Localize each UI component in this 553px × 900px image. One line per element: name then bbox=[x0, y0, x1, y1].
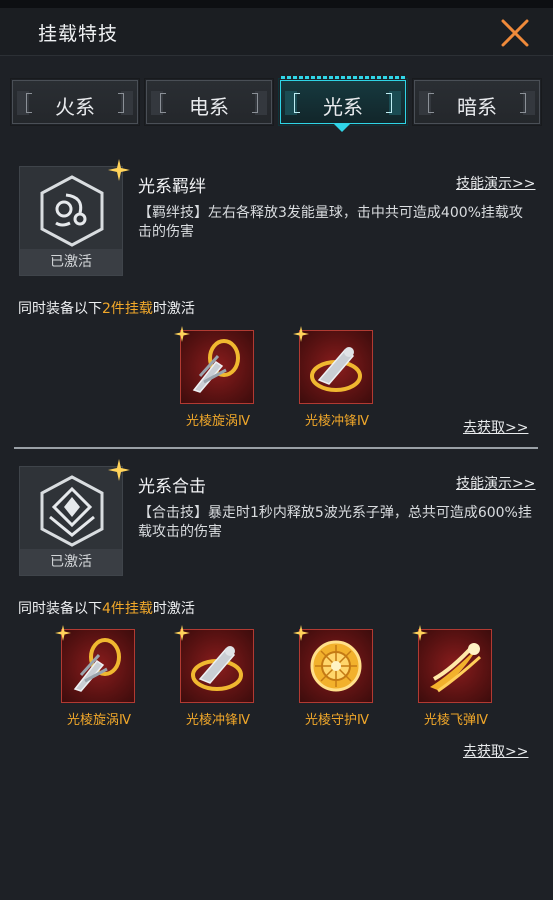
tab-active-indicator bbox=[281, 76, 405, 79]
top-strip bbox=[0, 0, 553, 8]
sparkle-icon bbox=[174, 326, 190, 342]
item-frame bbox=[299, 330, 373, 404]
mount-item-vortex[interactable]: 光棱旋涡Ⅳ bbox=[174, 326, 258, 430]
close-button[interactable] bbox=[498, 16, 532, 50]
item-frame bbox=[299, 629, 373, 703]
requirement-suffix: 时激活 bbox=[152, 301, 195, 317]
mount-item-missile[interactable]: 光棱飞弹Ⅳ bbox=[412, 625, 496, 729]
item-name: 光棱旋涡Ⅳ bbox=[186, 414, 250, 429]
obtain-link[interactable]: 去获取>> bbox=[463, 741, 528, 761]
item-name: 光棱冲锋Ⅳ bbox=[186, 713, 250, 728]
section-divider bbox=[14, 447, 538, 449]
skill-demo-link[interactable]: 技能演示>> bbox=[456, 473, 535, 493]
sparkle-icon bbox=[108, 159, 130, 181]
activation-requirement: 同时装备以下2件挂载时激活 bbox=[18, 298, 195, 318]
skill-icon-combo[interactable]: 已激活 bbox=[19, 459, 130, 576]
item-name: 光棱冲锋Ⅳ bbox=[305, 414, 369, 429]
vortex-icon bbox=[73, 638, 121, 692]
sparkle-icon bbox=[174, 625, 190, 641]
sparkle-icon bbox=[293, 326, 309, 342]
page-title: 挂载特技 bbox=[38, 23, 119, 45]
sparkle-icon bbox=[293, 625, 309, 641]
tab-light[interactable]: 光系 bbox=[278, 76, 408, 126]
header-bar: 挂载特技 bbox=[0, 8, 553, 56]
status-badge: 已激活 bbox=[20, 249, 122, 275]
requirement-count: 4件挂载 bbox=[102, 601, 153, 617]
mount-item-guard[interactable]: 光棱守护Ⅳ bbox=[293, 625, 377, 729]
tab-fire[interactable]: 火系 bbox=[10, 78, 140, 126]
missile-icon bbox=[430, 643, 482, 693]
sparkle-icon bbox=[108, 459, 130, 481]
skill-description: 【羁绊技】左右各释放3发能量球，击中共可造成400%挂载攻击的伤害 bbox=[138, 205, 523, 240]
tab-label: 光系 bbox=[323, 95, 363, 119]
guard-icon bbox=[310, 640, 362, 692]
tab-pointer-icon bbox=[334, 124, 350, 132]
light-bond-emblem-icon bbox=[40, 175, 104, 247]
close-icon bbox=[501, 19, 529, 47]
item-frame bbox=[418, 629, 492, 703]
mount-item-vortex[interactable]: 光棱旋涡Ⅳ bbox=[55, 625, 139, 729]
item-frame bbox=[61, 629, 135, 703]
item-name: 光棱旋涡Ⅳ bbox=[67, 713, 131, 728]
skill-title: 光系合击 bbox=[138, 477, 206, 497]
tab-label: 火系 bbox=[55, 95, 95, 119]
tab-dark[interactable]: 暗系 bbox=[412, 78, 542, 126]
tab-electric[interactable]: 电系 bbox=[144, 78, 274, 126]
tab-label: 暗系 bbox=[457, 95, 497, 119]
charge-icon bbox=[191, 646, 243, 691]
item-frame bbox=[180, 330, 254, 404]
tab-label: 电系 bbox=[189, 95, 229, 119]
requirement-count: 2件挂载 bbox=[102, 301, 153, 317]
mount-item-charge[interactable]: 光棱冲锋Ⅳ bbox=[293, 326, 377, 430]
light-combo-emblem-icon bbox=[40, 475, 104, 547]
requirement-prefix: 同时装备以下 bbox=[18, 601, 102, 617]
skill-icon-bond[interactable]: 已激活 bbox=[19, 159, 130, 276]
mount-item-charge[interactable]: 光棱冲锋Ⅳ bbox=[174, 625, 258, 729]
activation-requirement: 同时装备以下4件挂载时激活 bbox=[18, 598, 195, 618]
requirement-suffix: 时激活 bbox=[152, 601, 195, 617]
sparkle-icon bbox=[55, 625, 71, 641]
requirement-prefix: 同时装备以下 bbox=[18, 301, 102, 317]
charge-icon bbox=[310, 347, 362, 392]
item-name: 光棱飞弹Ⅳ bbox=[424, 713, 488, 728]
vortex-icon bbox=[192, 339, 240, 393]
obtain-link[interactable]: 去获取>> bbox=[463, 417, 528, 437]
skill-title: 光系羁绊 bbox=[138, 177, 206, 197]
sparkle-icon bbox=[412, 625, 428, 641]
item-name: 光棱守护Ⅳ bbox=[305, 713, 369, 728]
skill-demo-link[interactable]: 技能演示>> bbox=[456, 173, 535, 193]
element-tabs: 火系 电系 光系 暗系 bbox=[10, 72, 542, 132]
skill-description: 【合击技】暴走时1秒内释放5波光系子弹，总共可造成600%挂载攻击的伤害 bbox=[138, 505, 532, 540]
status-badge: 已激活 bbox=[20, 549, 122, 575]
item-frame bbox=[180, 629, 254, 703]
